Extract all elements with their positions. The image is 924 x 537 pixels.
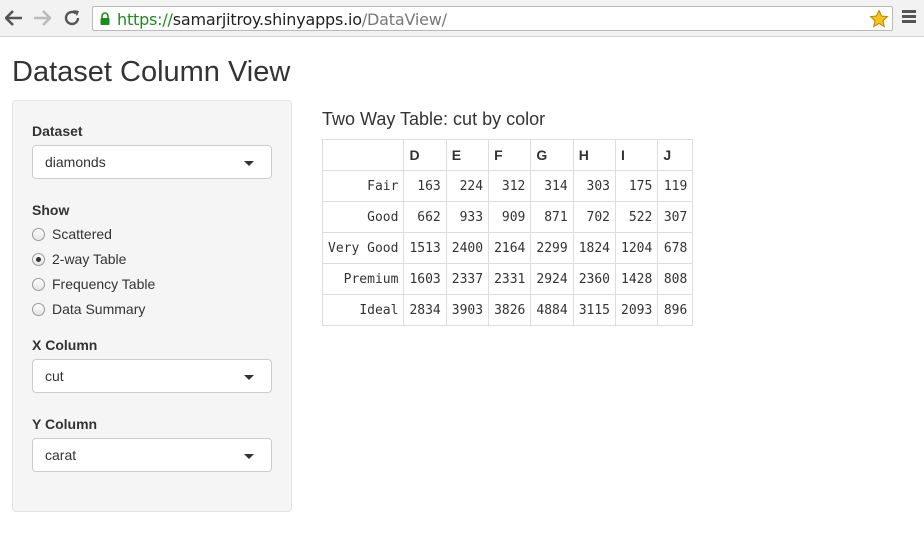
dataset-label: Dataset	[32, 123, 83, 139]
row-label: Ideal	[321, 294, 405, 326]
x-column-select-value: cut	[45, 368, 64, 384]
table-row: Good 662 933 909 871 702 522 307	[321, 201, 694, 233]
table-cell: 307	[657, 201, 694, 233]
table-cell: 522	[615, 201, 659, 233]
page-title: Dataset Column View	[12, 56, 291, 88]
table-cell: 933	[445, 201, 490, 233]
table-cell: 702	[572, 201, 617, 233]
sidebar-panel: Dataset diamonds Show Scattered 2-way Ta…	[12, 100, 292, 512]
chevron-down-icon	[244, 161, 254, 166]
radio-label: Frequency Table	[52, 276, 156, 292]
radio-option-frequency-table[interactable]: Frequency Table	[32, 275, 155, 293]
table-cell: 808	[657, 263, 694, 295]
table-header-cell: I	[615, 139, 659, 171]
table-cell: 1603	[403, 263, 447, 295]
reload-icon	[64, 10, 80, 26]
x-column-label: X Column	[32, 337, 98, 353]
radio-button[interactable]	[32, 277, 45, 291]
table-cell: 2331	[488, 263, 532, 295]
dataset-select[interactable]: diamonds	[32, 145, 272, 179]
table-title: Two Way Table: cut by color	[322, 109, 546, 129]
radio-label: 2-way Table	[52, 251, 127, 267]
table-cell: 1513	[403, 232, 447, 264]
radio-option-2-way-table[interactable]: 2-way Table	[32, 250, 126, 268]
arrow-left-icon	[5, 10, 22, 26]
table-cell: 2360	[572, 263, 617, 295]
row-label: Premium	[321, 263, 405, 295]
row-label: Very Good	[321, 232, 405, 264]
table-row: Very Good 1513 2400 2164 2299 1824 1204 …	[321, 232, 694, 264]
table-header-cell: H	[572, 139, 617, 171]
forward-button[interactable]	[32, 8, 52, 28]
table-cell: 1204	[615, 232, 659, 264]
menu-icon[interactable]	[902, 10, 916, 26]
lock-icon	[100, 12, 110, 25]
table-cell: 2834	[403, 294, 447, 326]
table-cell: 4884	[530, 294, 574, 326]
radio-button[interactable]	[32, 302, 45, 316]
row-label: Fair	[321, 170, 405, 202]
table-row: Fair 163 224 312 314 303 175 119	[321, 170, 694, 202]
row-label: Good	[321, 201, 405, 233]
url-path: /DataView/	[361, 10, 447, 29]
table-cell: 3826	[488, 294, 532, 326]
table-cell: 2337	[445, 263, 490, 295]
table-cell: 662	[403, 201, 447, 233]
chevron-down-icon	[244, 375, 254, 380]
reload-button[interactable]	[62, 8, 82, 28]
table-header-cell	[321, 139, 405, 171]
table-cell: 2400	[445, 232, 490, 264]
chevron-down-icon	[244, 454, 254, 459]
table-cell: 871	[530, 201, 574, 233]
table-header-cell: D	[403, 139, 447, 171]
table-header-row: D E F G H I J	[321, 139, 694, 171]
table-cell: 1428	[615, 263, 659, 295]
table-header-cell: E	[445, 139, 490, 171]
table-cell: 163	[403, 170, 447, 202]
radio-option-scattered[interactable]: Scattered	[32, 225, 112, 243]
table-cell: 1824	[572, 232, 617, 264]
table-cell: 2924	[530, 263, 574, 295]
bookmark-star-icon[interactable]	[869, 9, 889, 29]
radio-label: Data Summary	[52, 301, 146, 317]
url-host: samarjitroy.shinyapps.io	[172, 10, 362, 29]
y-column-select[interactable]: carat	[32, 438, 272, 472]
browser-toolbar: https://samarjitroy.shinyapps.io/DataVie…	[0, 0, 924, 37]
radio-button[interactable]	[32, 227, 45, 241]
radio-option-data-summary[interactable]: Data Summary	[32, 300, 145, 318]
url-text: https://samarjitroy.shinyapps.io/DataVie…	[117, 10, 447, 29]
table-header-cell: J	[657, 139, 694, 171]
show-label: Show	[32, 202, 70, 218]
table-cell: 175	[615, 170, 659, 202]
two-way-table: D E F G H I J Fair 163 224 312 314 303 1…	[321, 139, 694, 326]
table-cell: 909	[488, 201, 532, 233]
back-button[interactable]	[4, 8, 24, 28]
arrow-right-icon	[34, 10, 51, 26]
y-column-label: Y Column	[32, 416, 98, 432]
address-bar[interactable]: https://samarjitroy.shinyapps.io/DataVie…	[92, 6, 893, 31]
table-cell: 3115	[572, 294, 617, 326]
table-cell: 2093	[615, 294, 659, 326]
table-cell: 896	[657, 294, 694, 326]
radio-label: Scattered	[52, 226, 112, 242]
table-row: Ideal 2834 3903 3826 4884 3115 2093 896	[321, 294, 694, 326]
x-column-select[interactable]: cut	[32, 359, 272, 393]
radio-button-checked[interactable]	[32, 252, 45, 266]
table-cell: 3903	[445, 294, 490, 326]
table-cell: 678	[657, 232, 694, 264]
table-header-cell: F	[488, 139, 532, 171]
table-row: Premium 1603 2337 2331 2924 2360 1428 80…	[321, 263, 694, 295]
table-cell: 2164	[488, 232, 532, 264]
y-column-select-value: carat	[45, 447, 77, 463]
table-cell: 314	[530, 170, 574, 202]
table-cell: 2299	[530, 232, 574, 264]
table-cell: 224	[445, 170, 490, 202]
table-cell: 303	[572, 170, 617, 202]
dataset-select-value: diamonds	[45, 154, 106, 170]
table-header-cell: G	[530, 139, 574, 171]
table-cell: 119	[657, 170, 694, 202]
url-scheme: https://	[117, 10, 173, 29]
table-cell: 312	[488, 170, 532, 202]
